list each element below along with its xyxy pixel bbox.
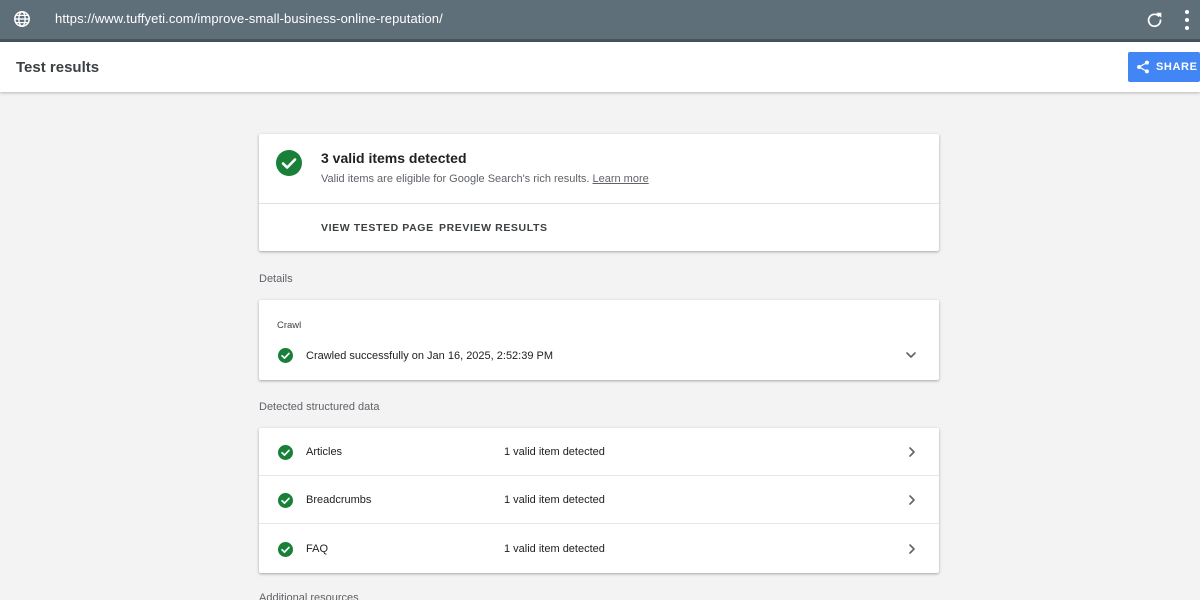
share-icon xyxy=(1137,60,1149,74)
divider xyxy=(259,203,939,204)
structured-item-status: 1 valid item detected xyxy=(504,494,605,506)
summary-card: 3 valid items detected Valid items are e… xyxy=(259,134,939,251)
share-button[interactable]: SHARE xyxy=(1128,52,1200,82)
chevron-right-icon[interactable] xyxy=(906,494,918,506)
summary-description-text: Valid items are eligible for Google Sear… xyxy=(321,173,590,185)
share-label: SHARE xyxy=(1156,61,1198,73)
page-title: Test results xyxy=(16,59,100,76)
check-circle-icon xyxy=(278,493,293,508)
chevron-right-icon[interactable] xyxy=(906,543,918,555)
learn-more-link[interactable]: Learn more xyxy=(592,173,648,185)
check-circle-icon xyxy=(278,542,293,557)
structured-item-status: 1 valid item detected xyxy=(504,446,605,458)
structured-item-breadcrumbs[interactable]: Breadcrumbs 1 valid item detected xyxy=(259,476,939,524)
url-bar: https://www.tuffyeti.com/improve-small-b… xyxy=(0,0,1200,42)
crawl-label: Crawl xyxy=(277,320,302,331)
view-tested-page-button[interactable]: VIEW TESTED PAGE xyxy=(321,222,434,234)
url-text[interactable]: https://www.tuffyeti.com/improve-small-b… xyxy=(55,11,443,26)
summary-description: Valid items are eligible for Google Sear… xyxy=(321,173,649,185)
additional-resources-section-label: Additional resources xyxy=(259,592,359,600)
preview-results-button[interactable]: PREVIEW RESULTS xyxy=(439,222,548,234)
details-section-label: Details xyxy=(259,273,293,285)
divider xyxy=(259,523,939,524)
globe-icon xyxy=(14,11,30,27)
summary-headline: 3 valid items detected xyxy=(321,150,467,166)
reload-icon[interactable] xyxy=(1146,11,1163,28)
more-vert-icon[interactable] xyxy=(1184,10,1190,30)
structured-item-name: Breadcrumbs xyxy=(306,494,372,506)
structured-item-name: Articles xyxy=(306,446,343,458)
structured-item-faq[interactable]: FAQ 1 valid item detected xyxy=(259,525,939,573)
check-circle-icon xyxy=(278,348,293,363)
structured-item-name: FAQ xyxy=(306,543,329,555)
crawl-card[interactable]: Crawl Crawled successfully on Jan 16, 20… xyxy=(259,300,939,380)
check-circle-icon xyxy=(278,445,293,460)
chevron-right-icon[interactable] xyxy=(906,446,918,458)
crawl-status: Crawled successfully on Jan 16, 2025, 2:… xyxy=(306,350,554,362)
check-circle-icon xyxy=(276,150,302,176)
structured-item-articles[interactable]: Articles 1 valid item detected xyxy=(259,428,939,476)
page-header: Test results SHARE xyxy=(0,42,1200,92)
structured-item-status: 1 valid item detected xyxy=(504,543,605,555)
structured-data-section-label: Detected structured data xyxy=(259,401,380,413)
chevron-down-icon[interactable] xyxy=(905,349,917,361)
structured-data-card: Articles 1 valid item detected Breadcrum… xyxy=(259,428,939,573)
